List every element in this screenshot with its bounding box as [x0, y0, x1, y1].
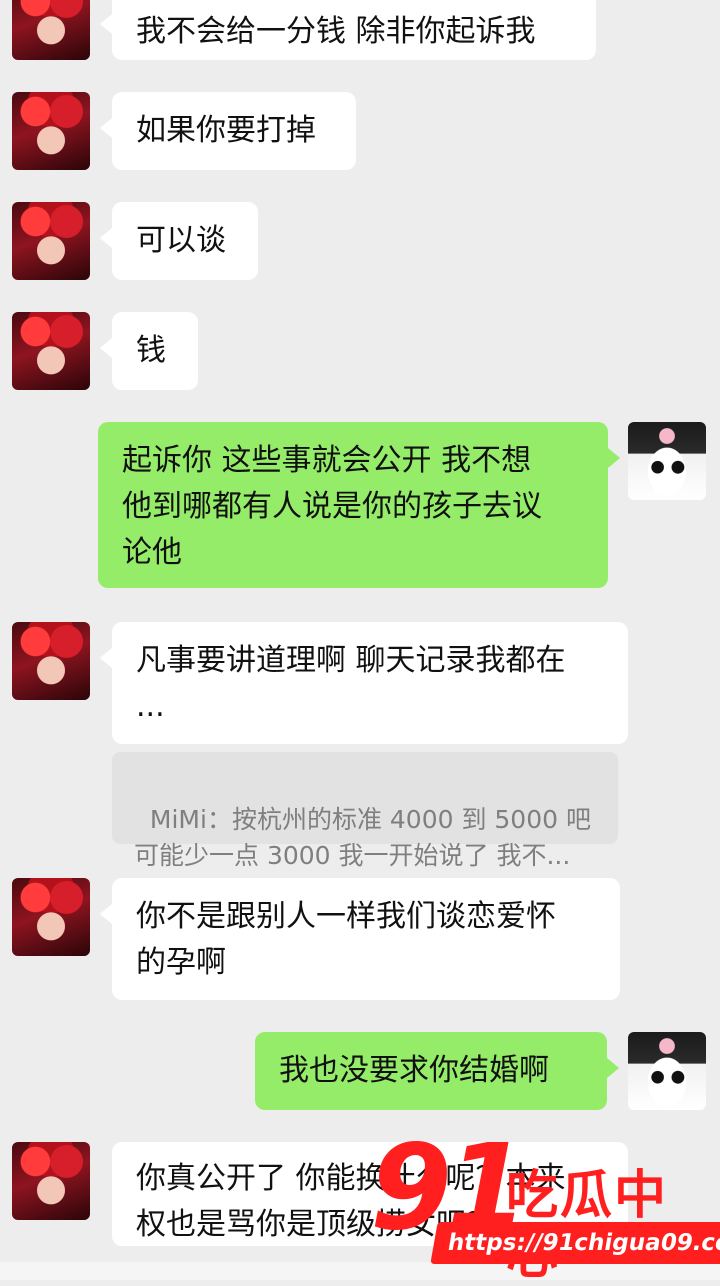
message-bubble-outgoing[interactable]: 起诉你 这些事就会公开 我不想 他到哪都有人说是你的孩子去议 论他 [98, 422, 620, 588]
quoted-message[interactable]: MiMi：按杭州的标准 4000 到 5000 吧 可能少一点 3000 我一开… [112, 752, 618, 870]
message-bubble-incoming[interactable]: 如果你要打掉 [100, 92, 356, 170]
site-watermark: 91 吃瓜中心 https://91chigua09.com [370, 1128, 720, 1286]
contact-avatar[interactable] [12, 878, 90, 956]
watermark-url: https://91chigua09.com [430, 1222, 720, 1264]
self-avatar[interactable] [628, 1032, 706, 1110]
contact-avatar[interactable] [12, 0, 90, 60]
self-avatar[interactable] [628, 422, 706, 500]
contact-avatar[interactable] [12, 202, 90, 280]
message-bubble-incoming[interactable]: 你不是跟别人一样我们谈恋爱怀 的孕啊 [100, 878, 620, 1000]
message-bubble-incoming[interactable]: 我不会给一分钱 除非你起诉我 [100, 0, 596, 60]
contact-avatar[interactable] [12, 92, 90, 170]
quoted-message-text: MiMi：按杭州的标准 4000 到 5000 吧 可能少一点 3000 我一开… [134, 805, 591, 870]
message-bubble-incoming[interactable]: 凡事要讲道理啊 聊天记录我都在 ... [100, 622, 628, 744]
contact-avatar[interactable] [12, 622, 90, 700]
contact-avatar[interactable] [12, 312, 90, 390]
message-bubble-incoming[interactable]: 钱 [100, 312, 198, 390]
message-bubble-incoming[interactable]: 可以谈 [100, 202, 258, 280]
message-bubble-outgoing[interactable]: 我也没要求你结婚啊 [255, 1032, 619, 1110]
contact-avatar[interactable] [12, 1142, 90, 1220]
